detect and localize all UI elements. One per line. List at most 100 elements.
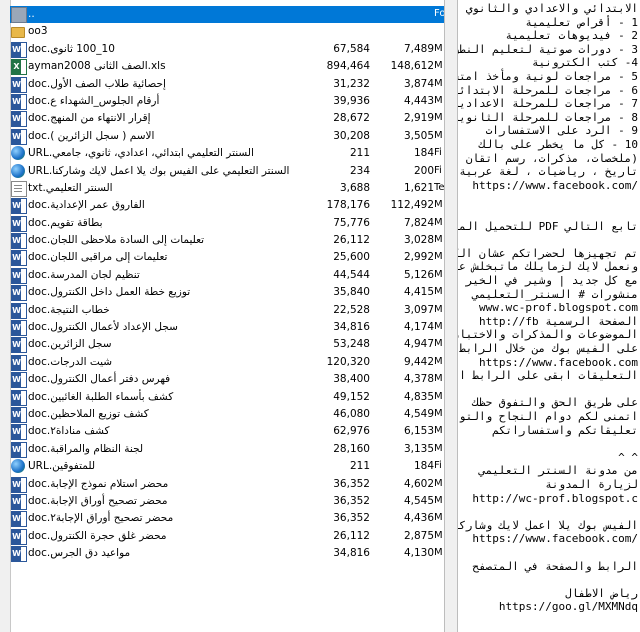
file-type-truncated: M (434, 199, 443, 211)
parent-directory-row[interactable]: .. Fo (10, 6, 444, 24)
file-row[interactable]: سجل الإعداد لأعمال الكنترول.doc 34,816 4,1… (10, 319, 444, 337)
file-name: توزيع خطة العمل داخل الكنترول.doc (28, 286, 191, 299)
file-row[interactable]: تنظيم لجان المدرسة.doc 44,544 5,126M (10, 267, 444, 284)
file-type-truncated: M (434, 42, 443, 54)
file-row[interactable]: فهرس دفتر أعمال الكنترول.doc 38,400 4,378M (10, 371, 444, 389)
word-document-icon (11, 41, 27, 58)
file-list[interactable]: .. Fo oo3 10_100 ثانوى.doc 67,584 7,489 Maym… (10, 6, 444, 563)
packed-size: 5,126 (403, 268, 434, 281)
notepad-line: تاريخ ، رياضيات ، لغة عربية (459, 165, 638, 179)
packed-size: 3,874 (403, 77, 434, 90)
file-row[interactable]: السنتر التعليمي على الفيس بوك يلا اعمل ل… (10, 163, 444, 180)
file-row[interactable]: إقرار الانتهاء من المنهج.doc 28,672 2,919M (10, 110, 444, 128)
file-size: 62,976 (333, 425, 370, 438)
file-row[interactable]: كشف بأسماء الطلبة الغائبين.doc 49,152 4,83… (10, 389, 444, 406)
file-row[interactable]: 10_100 ثانوى.doc 67,584 7,489M (10, 41, 444, 58)
notepad-line: التعليقات ابقى على الرابط التالي (458, 369, 638, 383)
file-row[interactable]: السنتر التعليمي.txt 3,688 1,621 Te (10, 180, 444, 197)
packed-size: 200 (413, 164, 434, 177)
file-row[interactable]: الاسم ( سجل الزائرين ).doc 30,208 3,505M (10, 128, 444, 145)
file-name: ayman2008 الصف الثانى.xls (28, 60, 166, 73)
file-row[interactable]: محضر غلق حجرة الكنترول.doc 26,112 2,875M (10, 528, 444, 545)
file-size: 234 (349, 164, 370, 177)
packed-size: 112,492 (390, 199, 434, 212)
file-type-truncated: Fo (434, 8, 444, 19)
file-row[interactable]: محضر استلام نموذج الإجابة.doc 36,352 4,602… (10, 476, 444, 493)
file-row[interactable]: الفاروق عمر الإعدادية.doc 178,176 112,492M (10, 197, 444, 215)
file-name: محضر تصحيح أوراق الإجابة.doc (28, 494, 168, 507)
file-row[interactable]: شيت الدرجات.doc 120,320 9,442M (10, 354, 444, 371)
file-row[interactable]: محضر تصحيح أوراق الإجابة٢.doc 36,352 4,436… (10, 510, 444, 528)
word-document-icon (11, 337, 27, 354)
packed-size: 4,835 (403, 390, 434, 403)
file-row[interactable]: تعليمات إلى السادة ملاحظى اللجان.doc 26,1… (10, 232, 444, 250)
word-document-icon (11, 320, 27, 337)
file-size: 34,816 (333, 547, 370, 560)
notepad-line: الصفحة الرسمية http://fb (479, 314, 638, 328)
file-name: الاسم ( سجل الزائرين ).doc (28, 129, 155, 142)
notepad-line: 3 - دورات صوتية لتعليم النطق (458, 42, 638, 56)
file-row[interactable]: محضر تصحيح أوراق الإجابة.doc 36,352 4,545M (10, 493, 444, 510)
file-list-pane[interactable]: .. Fo oo3 10_100 ثانوى.doc 67,584 7,489 Maym… (0, 0, 444, 632)
packed-size: 4,174 (403, 321, 434, 334)
file-type-truncated: M (434, 512, 443, 524)
notepad-line: 4- كتب الكترونية (532, 56, 638, 70)
file-row[interactable]: ayman2008 الصف الثانى.xls 894,464 148,612M (10, 58, 444, 76)
word-document-icon (11, 285, 27, 302)
pane-divider[interactable] (444, 0, 458, 632)
file-name: oo3 (28, 25, 48, 38)
file-row[interactable]: أرقام الجلوس_الشهداء ع.doc 39,936 4,443M (10, 93, 444, 110)
file-row[interactable]: oo3 (10, 23, 444, 40)
notepad-line: رياض الاطفال (565, 586, 638, 600)
file-size: 26,112 (333, 234, 370, 247)
packed-size: 9,442 (403, 355, 434, 368)
file-name: كشف مناداة٢.doc (28, 425, 110, 438)
folder-icon (11, 27, 25, 39)
file-row[interactable]: السنتر التعليمي ابتدائي، اعدادي، ثانوي، … (10, 145, 444, 162)
file-name: فهرس دفتر أعمال الكنترول.doc (28, 373, 171, 386)
file-type-truncated: M (434, 407, 443, 419)
word-document-icon (11, 128, 27, 145)
file-name: بطاقة تقويم.doc (28, 216, 103, 229)
file-name: تعليمات إلى مراقبى اللجان.doc (28, 251, 168, 264)
word-document-icon (11, 546, 27, 563)
file-row[interactable]: كشف توزيع الملاحظين.doc 46,080 4,549M (10, 406, 444, 423)
packed-size: 4,443 (403, 94, 434, 107)
file-name: أرقام الجلوس_الشهداء ع.doc (28, 94, 160, 107)
file-row[interactable]: تعليمات إلى مراقبى اللجان.doc 25,600 2,992… (10, 249, 444, 267)
file-name: السنتر التعليمي على الفيس بوك يلا اعمل ل… (28, 164, 290, 177)
file-row[interactable]: كشف مناداة٢.doc 62,976 6,153M (10, 423, 444, 441)
word-document-icon (11, 511, 27, 528)
file-row[interactable]: خطاب النتيجة.doc 22,528 3,097M (10, 302, 444, 319)
text-file-icon (11, 180, 27, 197)
file-name: محضر تصحيح أوراق الإجابة٢.doc (28, 512, 174, 525)
file-name: تعليمات إلى السادة ملاحظى اللجان.doc (28, 234, 205, 247)
file-row[interactable]: بطاقة تقويم.doc 75,776 7,824M (10, 215, 444, 232)
file-row[interactable]: لجنة النظام والمراقبة.doc 28,160 3,135M (10, 441, 444, 458)
packed-size: 4,545 (403, 494, 434, 507)
file-type-truncated: M (434, 494, 443, 506)
notepad-line: على طريق الحق والتفوق حظك (472, 396, 638, 410)
file-size: 26,112 (333, 529, 370, 542)
word-document-icon (11, 528, 27, 545)
file-size: 211 (349, 147, 370, 160)
notepad-text-area[interactable]: الابتدائي والاعدادي والثانوي 1 - أقراص تع… (458, 0, 640, 632)
packed-size: 6,153 (403, 425, 434, 438)
file-size: 22,528 (333, 303, 370, 316)
file-name: الفاروق عمر الإعدادية.doc (28, 199, 145, 212)
file-size: 75,776 (333, 216, 370, 229)
file-row[interactable]: سجل الزائرين.doc 53,248 4,947M (10, 336, 444, 354)
file-row[interactable]: مواعيد دق الجرس.doc 34,816 4,130M (10, 545, 444, 563)
file-size: 120,320 (326, 355, 370, 368)
packed-size: 184 (413, 147, 434, 160)
notepad-line: لزيارة المدونة (545, 478, 638, 491)
packed-size: 3,505 (403, 129, 434, 142)
file-type-truncated: M (434, 216, 443, 228)
file-type-truncated: M (434, 338, 443, 350)
word-document-icon (11, 493, 27, 510)
file-name: محضر استلام نموذج الإجابة.doc (28, 477, 169, 490)
file-row[interactable]: إحصائية طلاب الصف الأول.doc 31,232 3,874M (10, 76, 444, 93)
file-name: .. (28, 8, 35, 20)
file-row[interactable]: توزيع خطة العمل داخل الكنترول.doc 35,840 4… (10, 284, 444, 302)
file-row[interactable]: للمتفوقين.URL 211 184 Fi (10, 458, 444, 475)
